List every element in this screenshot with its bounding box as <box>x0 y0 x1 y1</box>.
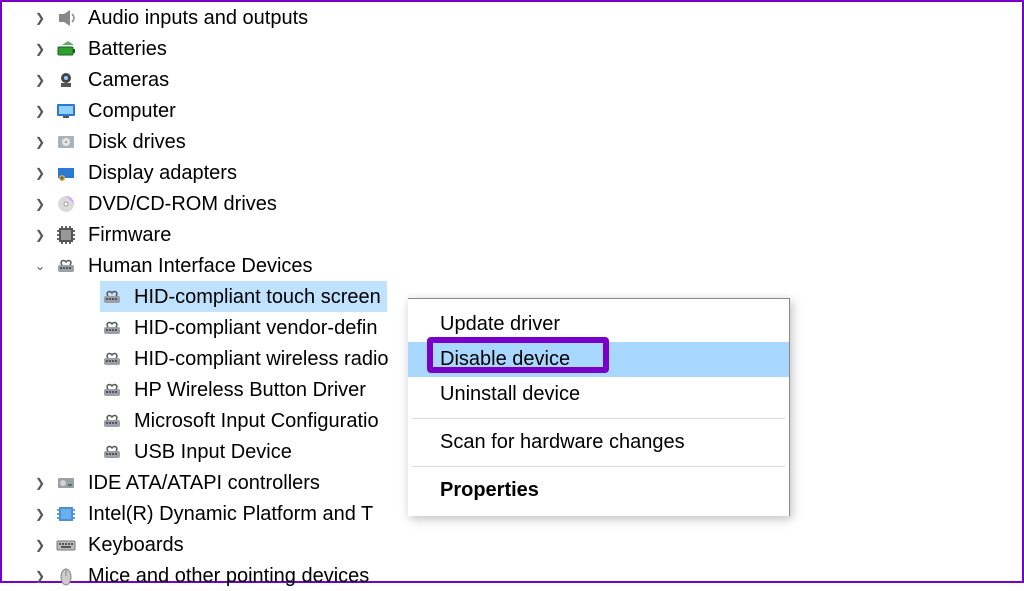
tree-label: Computer <box>88 101 176 121</box>
chevron-right-icon: ❯ <box>32 167 48 179</box>
chevron-right-icon: ❯ <box>32 229 48 241</box>
chip-icon <box>54 503 80 525</box>
tree-label: HID-compliant vendor-defin <box>134 318 377 338</box>
hid-icon <box>100 410 126 432</box>
disc-icon <box>54 193 80 215</box>
chevron-right-icon: ❯ <box>32 539 48 551</box>
separator <box>412 418 785 419</box>
tree-label: HID-compliant wireless radio <box>134 349 389 369</box>
tree-label: Firmware <box>88 225 171 245</box>
tree-label: Keyboards <box>88 535 184 555</box>
mouse-icon <box>54 565 80 587</box>
ctx-update-driver[interactable]: Update driver <box>408 307 789 342</box>
tree-node-keyboards[interactable]: ❯ Keyboards <box>32 529 1022 560</box>
chip-icon <box>54 224 80 246</box>
ctx-scan-hardware[interactable]: Scan for hardware changes <box>408 425 789 460</box>
hid-icon <box>100 379 126 401</box>
ctx-properties[interactable]: Properties <box>408 473 789 508</box>
tree-node-batteries[interactable]: ❯ Batteries <box>32 33 1022 64</box>
tree-label: HP Wireless Button Driver <box>134 380 366 400</box>
hid-icon <box>100 286 126 308</box>
ctx-uninstall-device[interactable]: Uninstall device <box>408 377 789 412</box>
chevron-right-icon: ❯ <box>32 43 48 55</box>
hid-icon <box>100 348 126 370</box>
camera-icon <box>54 69 80 91</box>
tree-label: Disk drives <box>88 132 186 152</box>
tree-node-computer[interactable]: ❯ Computer <box>32 95 1022 126</box>
tree-node-disk[interactable]: ❯ Disk drives <box>32 126 1022 157</box>
tree-node-mice[interactable]: ❯ Mice and other pointing devices <box>32 560 1022 591</box>
ctx-disable-device[interactable]: Disable device <box>408 342 789 377</box>
ide-controller-icon <box>54 472 80 494</box>
chevron-right-icon: ❯ <box>32 198 48 210</box>
tree-label: Cameras <box>88 70 169 90</box>
chevron-right-icon: ❯ <box>32 105 48 117</box>
speaker-icon <box>54 7 80 29</box>
hid-icon <box>54 255 80 277</box>
chevron-down-icon: ⌄ <box>32 260 48 272</box>
tree-label: IDE ATA/ATAPI controllers <box>88 473 320 493</box>
tree-label: Microsoft Input Configuratio <box>134 411 379 431</box>
keyboard-icon <box>54 534 80 556</box>
hid-icon <box>100 441 126 463</box>
chevron-right-icon: ❯ <box>32 570 48 582</box>
tree-label: Batteries <box>88 39 167 59</box>
chevron-right-icon: ❯ <box>32 74 48 86</box>
tree-label: Display adapters <box>88 163 237 183</box>
tree-node-hid[interactable]: ⌄ Human Interface Devices <box>32 250 1022 281</box>
tree-node-dvd[interactable]: ❯ DVD/CD-ROM drives <box>32 188 1022 219</box>
tree-label: Intel(R) Dynamic Platform and T <box>88 504 373 524</box>
monitor-icon <box>54 100 80 122</box>
tree-node-firmware[interactable]: ❯ Firmware <box>32 219 1022 250</box>
disk-icon <box>54 131 80 153</box>
hid-icon <box>100 317 126 339</box>
tree-label: DVD/CD-ROM drives <box>88 194 277 214</box>
context-menu: Update driver Disable device Uninstall d… <box>408 298 790 516</box>
tree-label: Human Interface Devices <box>88 256 313 276</box>
tree-node-display[interactable]: ❯ Display adapters <box>32 157 1022 188</box>
tree-label: Audio inputs and outputs <box>88 8 308 28</box>
tree-label: HID-compliant touch screen <box>134 287 381 307</box>
chevron-right-icon: ❯ <box>32 12 48 24</box>
tree-label: USB Input Device <box>134 442 292 462</box>
chevron-right-icon: ❯ <box>32 508 48 520</box>
chevron-right-icon: ❯ <box>32 136 48 148</box>
chevron-right-icon: ❯ <box>32 477 48 489</box>
tree-node-audio[interactable]: ❯ Audio inputs and outputs <box>32 2 1022 33</box>
tree-node-cameras[interactable]: ❯ Cameras <box>32 64 1022 95</box>
separator <box>412 466 785 467</box>
battery-icon <box>54 38 80 60</box>
display-adapter-icon <box>54 162 80 184</box>
